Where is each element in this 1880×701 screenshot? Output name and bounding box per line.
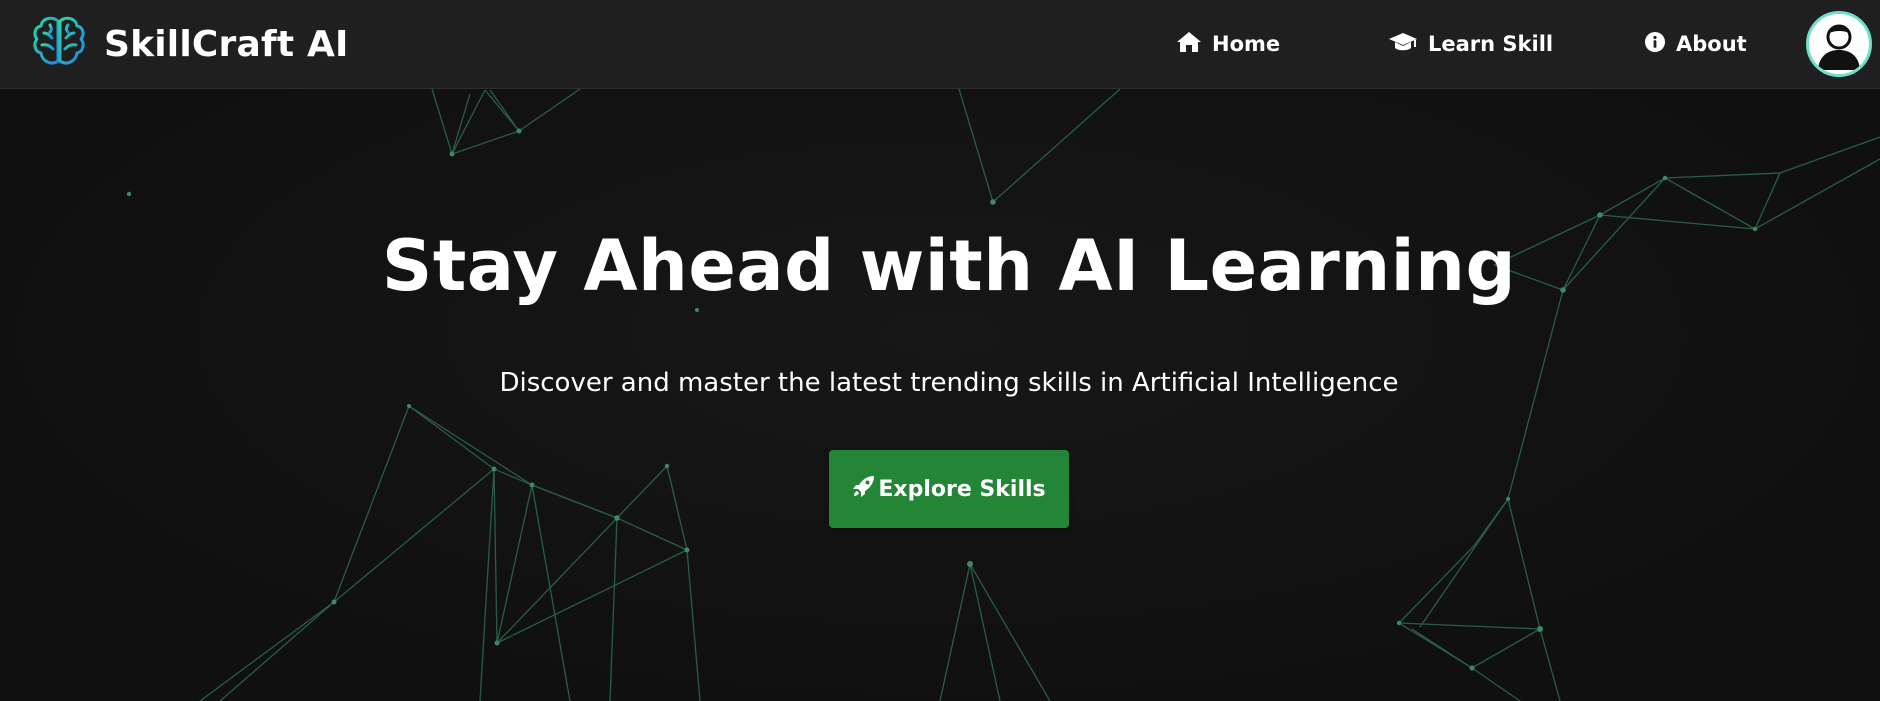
hero-title: Stay Ahead with AI Learning <box>381 225 1517 307</box>
explore-skills-button[interactable]: Explore Skills <box>829 450 1069 528</box>
nav-home-label: Home <box>1212 32 1281 56</box>
hero-section: Stay Ahead with AI Learning Discover and… <box>0 89 1880 701</box>
graduation-cap-icon <box>1388 31 1418 58</box>
brand-name: SkillCraft AI <box>104 23 349 65</box>
explore-skills-label: Explore Skills <box>878 476 1046 502</box>
rocket-icon <box>852 474 878 504</box>
nav-about-label: About <box>1676 32 1747 56</box>
brand[interactable]: SkillCraft AI <box>30 14 349 74</box>
info-icon <box>1644 31 1666 58</box>
home-icon <box>1176 31 1202 58</box>
hero-subtitle: Discover and master the latest trending … <box>499 368 1399 398</box>
user-avatar-icon <box>1809 24 1869 74</box>
brain-icon <box>30 13 88 75</box>
navbar: SkillCraft AI Home Learn Skill About <box>0 0 1880 89</box>
nav-learn-skill[interactable]: Learn Skill <box>1388 26 1553 62</box>
nav-learn-skill-label: Learn Skill <box>1428 32 1554 56</box>
nav-home[interactable]: Home <box>1176 26 1280 62</box>
user-avatar[interactable] <box>1806 11 1872 77</box>
nav-about[interactable]: About <box>1644 26 1747 62</box>
